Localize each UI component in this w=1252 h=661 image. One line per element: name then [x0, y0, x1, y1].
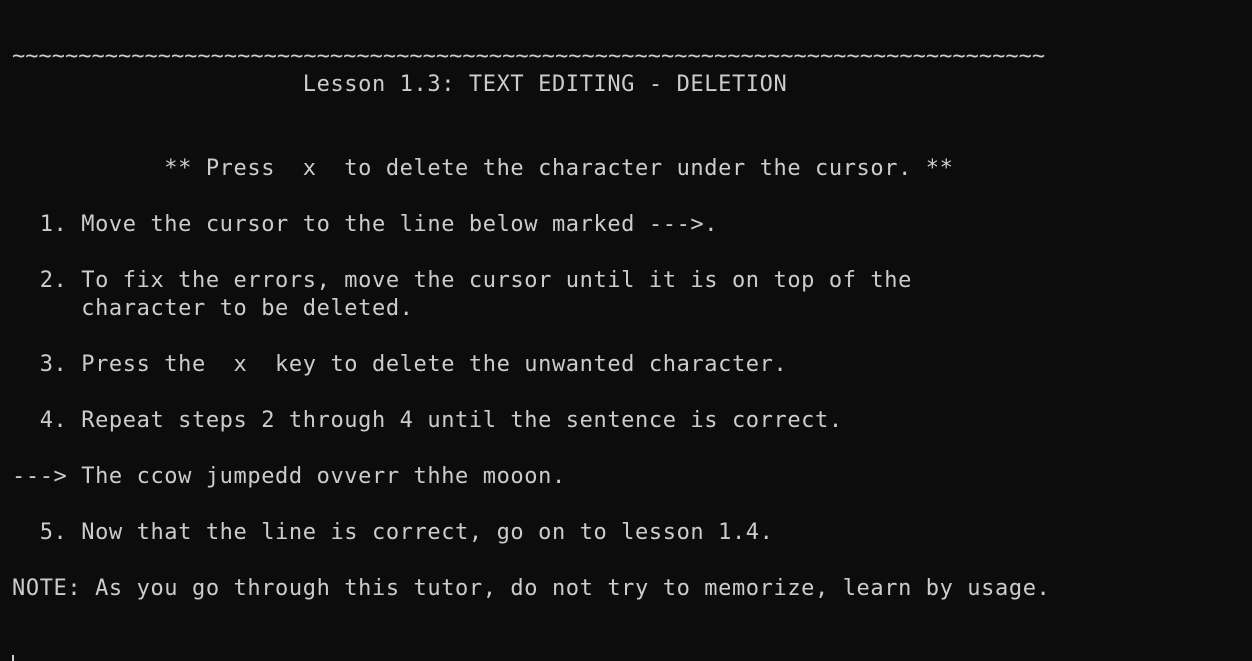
step-2: 2. To fix the errors, move the cursor un…: [12, 268, 912, 293]
note-line: NOTE: As you go through this tutor, do n…: [12, 576, 1051, 601]
step-5: 5. Now that the line is correct, go on t…: [12, 520, 774, 545]
text-cursor: [12, 655, 14, 661]
step-3: 3. Press the x key to delete the unwante…: [12, 352, 788, 377]
step-1: 1. Move the cursor to the line below mar…: [12, 212, 719, 237]
terminal-buffer[interactable]: ~~~~~~~~~~~~~~~~~~~~~~~~~~~~~~~~~~~~~~~~…: [12, 43, 1242, 603]
step-4: 4. Repeat steps 2 through 4 until the se…: [12, 408, 843, 433]
step-2-continuation: character to be deleted.: [12, 296, 414, 321]
practice-line[interactable]: ---> The ccow jumpedd ovverr thhe mooon.: [12, 463, 1242, 491]
tilde-separator: ~~~~~~~~~~~~~~~~~~~~~~~~~~~~~~~~~~~~~~~~…: [12, 44, 1046, 69]
lesson-summary: ** Press x to delete the character under…: [12, 156, 954, 181]
lesson-title: Lesson 1.3: TEXT EDITING - DELETION: [12, 72, 788, 97]
